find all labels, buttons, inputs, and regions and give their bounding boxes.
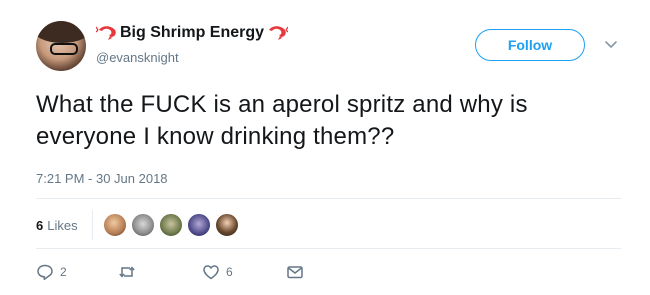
avatar-hair bbox=[36, 21, 86, 43]
follow-button[interactable]: Follow bbox=[475, 29, 585, 61]
liker-avatar[interactable] bbox=[186, 213, 211, 237]
retweet-icon bbox=[119, 266, 135, 278]
divider bbox=[36, 198, 621, 199]
like-button[interactable]: 6 bbox=[202, 263, 286, 281]
envelope-icon bbox=[287, 266, 303, 279]
avatar[interactable] bbox=[36, 21, 86, 71]
avatar-glasses bbox=[50, 43, 78, 55]
retweet-button[interactable] bbox=[118, 263, 202, 281]
tweet-actions: 2 6 bbox=[36, 262, 304, 282]
likes-summary: 6 Likes bbox=[36, 210, 243, 240]
reply-icon bbox=[37, 264, 53, 280]
liker-avatar[interactable] bbox=[130, 213, 155, 237]
chevron-down-icon[interactable] bbox=[603, 36, 619, 52]
display-name[interactable]: Big Shrimp Energy bbox=[120, 24, 264, 42]
direct-message-button[interactable] bbox=[286, 263, 304, 281]
likes-count[interactable]: 6 bbox=[36, 218, 43, 233]
likes-separator bbox=[91, 210, 93, 240]
liker-avatars bbox=[102, 213, 243, 237]
liker-avatar[interactable] bbox=[214, 213, 239, 237]
reply-button[interactable]: 2 bbox=[36, 263, 118, 281]
shrimp-icon bbox=[96, 26, 116, 40]
liker-avatar[interactable] bbox=[158, 213, 183, 237]
like-count: 6 bbox=[226, 265, 233, 279]
divider bbox=[36, 248, 621, 249]
tweet-text: What the FUCK is an aperol spritz and wh… bbox=[36, 91, 528, 150]
tweet-timestamp[interactable]: 7:21 PM - 30 Jun 2018 bbox=[36, 171, 168, 186]
user-handle[interactable]: @evansknight bbox=[96, 50, 179, 65]
heart-icon bbox=[203, 265, 219, 280]
reply-count: 2 bbox=[60, 265, 67, 279]
display-name-row[interactable]: Big Shrimp Energy bbox=[96, 24, 289, 42]
liker-avatar[interactable] bbox=[102, 213, 127, 237]
likes-label[interactable]: Likes bbox=[47, 218, 77, 233]
shrimp-icon bbox=[269, 26, 289, 40]
tweet-card: Big Shrimp Energy @evansknight Follow Wh… bbox=[0, 0, 650, 295]
